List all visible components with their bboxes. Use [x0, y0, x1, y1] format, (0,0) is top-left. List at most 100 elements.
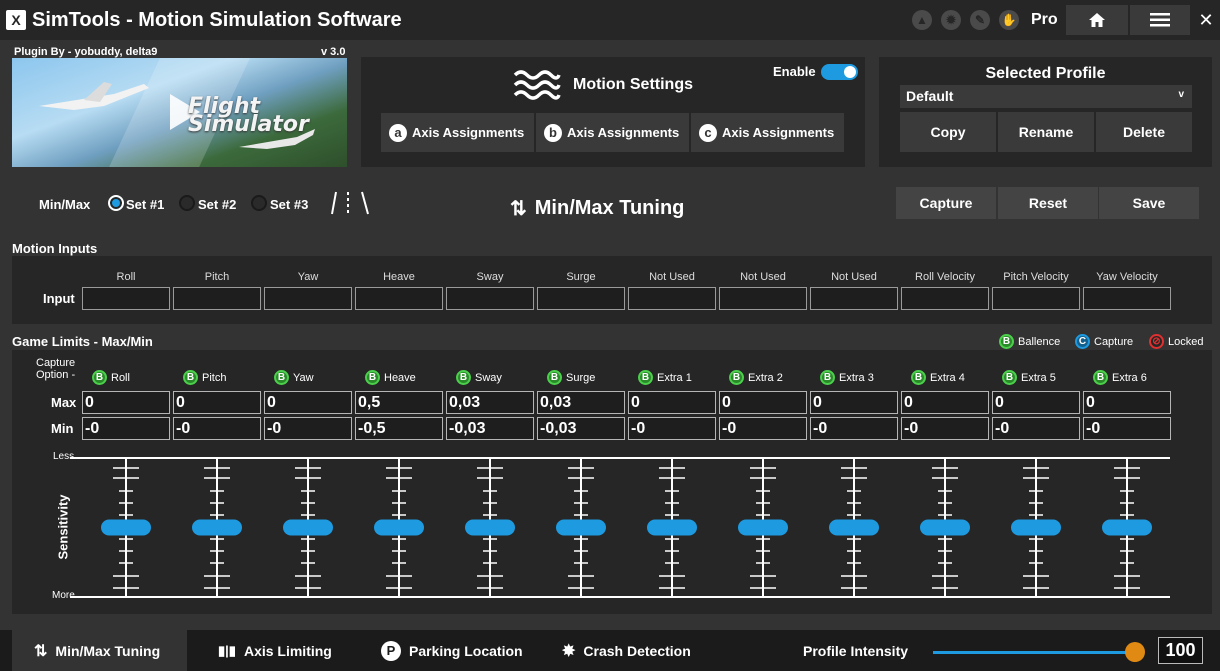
game-limit-column-header[interactable]: B Sway [456, 370, 502, 385]
intensity-slider-knob[interactable] [1125, 642, 1145, 662]
min-value-field[interactable]: -0 [901, 417, 989, 440]
motion-input-column-header: Not Used [831, 271, 877, 283]
min-value-field[interactable]: -0 [1083, 417, 1171, 440]
max-value-field[interactable]: 0,03 [537, 391, 625, 414]
sensitivity-slider-knob[interactable] [192, 519, 242, 536]
max-value-field[interactable]: 0 [992, 391, 1080, 414]
min-value-field[interactable]: -0,5 [355, 417, 443, 440]
set-3-label[interactable]: Set #3 [270, 197, 308, 212]
max-value-field[interactable]: 0 [173, 391, 261, 414]
game-limit-column-header[interactable]: B Roll [92, 370, 130, 385]
ballence-option-icon[interactable]: B [1093, 370, 1108, 385]
ballence-option-icon[interactable]: B [92, 370, 107, 385]
input-row-label: Input [43, 291, 75, 306]
set-1-radio[interactable] [108, 195, 124, 211]
plugin-banner-image[interactable]: Flight Simulator [12, 58, 347, 167]
rename-button[interactable]: Rename [998, 112, 1094, 152]
ballence-option-icon[interactable]: B [274, 370, 289, 385]
menu-button[interactable] [1130, 5, 1190, 35]
column-label: Extra 5 [1021, 371, 1056, 384]
save-button[interactable]: Save [1099, 187, 1199, 219]
set-1-label[interactable]: Set #1 [126, 197, 164, 212]
tab-crash-detection[interactable]: ✸ Crash Detection [538, 630, 718, 671]
max-value-field[interactable]: 0 [901, 391, 989, 414]
simtools-logo-icon: X [6, 10, 26, 30]
max-value-field[interactable]: 0 [719, 391, 807, 414]
max-value-field[interactable]: 0 [810, 391, 898, 414]
ballence-option-icon[interactable]: B [183, 370, 198, 385]
game-limit-column-header[interactable]: B Extra 2 [729, 370, 783, 385]
sensitivity-slider-knob[interactable] [465, 519, 515, 536]
ballence-option-icon[interactable]: B [547, 370, 562, 385]
ballence-option-icon[interactable]: B [729, 370, 744, 385]
ballence-option-icon[interactable]: B [820, 370, 835, 385]
hand-icon[interactable]: ✋ [999, 10, 1019, 30]
min-value-field[interactable]: -0,03 [446, 417, 534, 440]
min-value-field[interactable]: -0 [992, 417, 1080, 440]
close-button[interactable]: ✕ [1192, 5, 1220, 35]
set-2-label[interactable]: Set #2 [198, 197, 236, 212]
axis-assignments-b-button[interactable]: b Axis Assignments [536, 113, 689, 152]
up-arrow-icon[interactable]: ▲ [912, 10, 932, 30]
max-value-field[interactable]: 0,03 [446, 391, 534, 414]
min-value-field[interactable]: -0 [628, 417, 716, 440]
set-3-radio[interactable] [251, 195, 267, 211]
column-label: Extra 2 [748, 371, 783, 384]
min-value-field[interactable]: -0 [719, 417, 807, 440]
tab-minmax-tuning[interactable]: ⇅ Min/Max Tuning [12, 630, 187, 671]
game-limit-column-header[interactable]: B Extra 5 [1002, 370, 1056, 385]
min-value-field[interactable]: -0,03 [537, 417, 625, 440]
sensitivity-slider-knob[interactable] [1102, 519, 1152, 536]
sensitivity-slider-knob[interactable] [829, 519, 879, 536]
max-value-field[interactable]: 0 [82, 391, 170, 414]
sensitivity-slider-knob[interactable] [647, 519, 697, 536]
game-limit-column-header[interactable]: B Extra 3 [820, 370, 874, 385]
max-value-field[interactable]: 0 [264, 391, 352, 414]
max-value-field[interactable]: 0 [628, 391, 716, 414]
delete-button[interactable]: Delete [1096, 112, 1192, 152]
ballence-option-icon[interactable]: B [365, 370, 380, 385]
copy-button[interactable]: Copy [900, 112, 996, 152]
wrench-icon[interactable]: ✎ [970, 10, 990, 30]
axis-assignments-a-button[interactable]: a Axis Assignments [381, 113, 534, 152]
min-value-field[interactable]: -0 [82, 417, 170, 440]
game-limit-column-header[interactable]: B Extra 4 [911, 370, 965, 385]
game-limit-column-header[interactable]: B Pitch [183, 370, 226, 385]
enable-toggle[interactable] [821, 64, 858, 80]
intensity-slider-track[interactable] [933, 651, 1137, 654]
sensitivity-slider-knob[interactable] [283, 519, 333, 536]
game-limit-column-header[interactable]: B Extra 1 [638, 370, 692, 385]
game-limit-column-header[interactable]: B Surge [547, 370, 595, 385]
ballence-option-icon[interactable]: B [456, 370, 471, 385]
ballence-option-icon[interactable]: B [638, 370, 653, 385]
axis-assignments-c-button[interactable]: c Axis Assignments [691, 113, 844, 152]
sensitivity-slider-knob[interactable] [738, 519, 788, 536]
game-limit-column-header[interactable]: B Yaw [274, 370, 314, 385]
column-label: Extra 4 [930, 371, 965, 384]
reset-button[interactable]: Reset [998, 187, 1098, 219]
max-value-field[interactable]: 0 [1083, 391, 1171, 414]
min-value-field[interactable]: -0 [173, 417, 261, 440]
sensitivity-slider-knob[interactable] [1011, 519, 1061, 536]
home-button[interactable] [1066, 5, 1128, 35]
game-limit-column-header[interactable]: B Extra 6 [1093, 370, 1147, 385]
min-row-label: Min [51, 421, 74, 436]
set-2-radio[interactable] [179, 195, 195, 211]
sensitivity-slider-knob[interactable] [920, 519, 970, 536]
game-limit-column-header[interactable]: B Heave [365, 370, 416, 385]
min-value-field[interactable]: -0 [264, 417, 352, 440]
gear-icon[interactable]: ✹ [941, 10, 961, 30]
intensity-value-field[interactable]: 100 [1158, 637, 1203, 664]
profile-dropdown[interactable]: Default v [900, 85, 1192, 108]
sensitivity-slider-knob[interactable] [374, 519, 424, 536]
ballence-option-icon[interactable]: B [1002, 370, 1017, 385]
ballence-option-icon[interactable]: B [911, 370, 926, 385]
tab-axis-limiting[interactable]: ▮|▮ Axis Limiting [194, 630, 354, 671]
close-icon: ✕ [1198, 9, 1214, 30]
sensitivity-slider-knob[interactable] [556, 519, 606, 536]
min-value-field[interactable]: -0 [810, 417, 898, 440]
sensitivity-slider-knob[interactable] [101, 519, 151, 536]
capture-button[interactable]: Capture [896, 187, 996, 219]
max-value-field[interactable]: 0,5 [355, 391, 443, 414]
tab-parking-location[interactable]: P Parking Location [357, 630, 537, 671]
